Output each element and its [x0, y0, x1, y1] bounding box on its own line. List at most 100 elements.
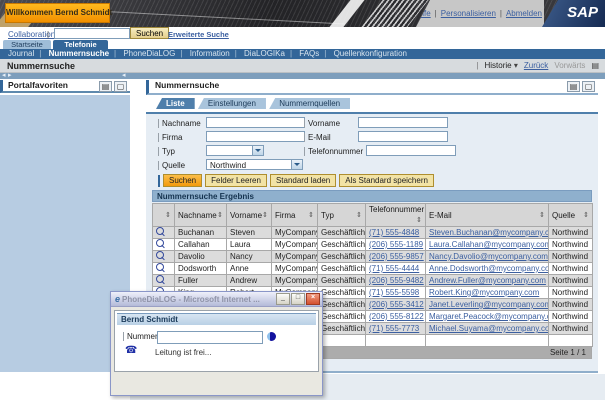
phone-link[interactable]: (71) 555-5598	[369, 288, 419, 297]
sort-icon[interactable]: ⇕	[356, 210, 362, 221]
sort-icon[interactable]: ⇕	[217, 210, 223, 221]
quelle-select[interactable]: Northwind	[206, 159, 303, 170]
col-detail[interactable]: ⇕	[153, 204, 175, 227]
email-link[interactable]: Janet.Leverling@mycompany.com	[429, 300, 549, 309]
nummer-input[interactable]	[157, 331, 263, 344]
dial-icon[interactable]	[267, 332, 276, 341]
cell-typ: Geschäftlich	[318, 263, 366, 275]
tray-icons: ▤ ▢	[567, 81, 595, 92]
cell-nachname: Davolio	[175, 251, 227, 263]
phone-link[interactable]: (206) 555-8122	[369, 312, 424, 321]
email-link[interactable]: Robert.King@mycompany.com	[429, 288, 539, 297]
tab-nummernquellen[interactable]: Nummernquellen	[269, 98, 350, 109]
email-link[interactable]: Steven.Buchanan@mycompany.com	[429, 228, 549, 237]
email-link[interactable]: Margaret.Peacock@mycompany.com	[429, 312, 549, 321]
table-header-row: ⇕ Nachname⇕ Vorname⇕ Firma⇕ Typ⇕ Telefon…	[153, 204, 593, 227]
cell-nachname: Buchanan	[175, 227, 227, 239]
page-options-icon[interactable]: ▤	[591, 61, 599, 70]
separator: |	[500, 9, 502, 18]
sort-icon[interactable]: ⇕	[583, 210, 589, 221]
maximize-button[interactable]: □	[291, 293, 305, 305]
email-link[interactable]: Nancy.Davolio@mycompany.com	[429, 252, 548, 261]
felder-leeren-button[interactable]: Felder Leeren	[205, 174, 267, 187]
phone-link[interactable]: (71) 555-4848	[369, 228, 419, 237]
close-button[interactable]: ×	[306, 293, 320, 305]
back-link[interactable]: Zurück	[524, 61, 548, 70]
suchen-button[interactable]: Suchen	[163, 174, 202, 187]
separator: |	[109, 49, 121, 58]
email-link[interactable]: Laura.Callahan@mycompany.com	[429, 240, 549, 249]
nachname-field[interactable]	[206, 117, 305, 128]
tab-liste[interactable]: Liste	[156, 98, 195, 109]
cell-firma: MyCompany	[272, 239, 318, 251]
tray-menu-icon[interactable]: ▤	[99, 81, 112, 92]
collapse-sidebar-icon[interactable]: ◂	[122, 71, 126, 80]
expand-right-icon[interactable]: ▸	[8, 71, 12, 80]
tab-einstellungen[interactable]: Einstellungen	[198, 98, 266, 109]
page-title: Nummernsuche	[7, 61, 75, 71]
nav-item-dialogika[interactable]: DiaLOGIKa	[244, 49, 285, 58]
detail-magnifier-icon[interactable]	[156, 251, 164, 259]
phone-link[interactable]: (206) 555-1189	[369, 240, 423, 249]
email-field[interactable]	[358, 131, 448, 142]
phone-link[interactable]: (206) 555-9857	[369, 252, 424, 261]
email-link[interactable]: Michael.Suyama@mycompany.com	[429, 324, 549, 333]
sort-icon[interactable]: ⇕	[416, 215, 422, 226]
detail-magnifier-icon[interactable]	[156, 275, 164, 283]
als-standard-speichern-button[interactable]: Als Standard speichern	[339, 174, 434, 187]
sort-icon[interactable]: ⇕	[165, 210, 171, 221]
col-firma[interactable]: Firma⇕	[272, 204, 318, 227]
collapse-left-icon[interactable]: ◂	[2, 71, 6, 80]
tab-telefonie[interactable]: Telefonie	[53, 40, 108, 49]
panel-menu-icon[interactable]: ▤	[567, 81, 580, 92]
nav-item-information[interactable]: Information	[190, 49, 230, 58]
typ-select[interactable]	[206, 145, 264, 156]
phone-link[interactable]: (71) 555-4444	[369, 264, 419, 273]
panel-title: Nummernsuche	[149, 80, 219, 90]
col-vorname[interactable]: Vorname⇕	[227, 204, 272, 227]
sort-icon[interactable]: ⇕	[262, 210, 268, 221]
standard-laden-button[interactable]: Standard laden	[270, 174, 336, 187]
form-buttons: Suchen Felder Leeren Standard laden Als …	[158, 174, 434, 187]
nav-item-phonedialog[interactable]: PhoneDiaLOG	[123, 49, 175, 58]
firma-field[interactable]	[206, 131, 305, 142]
popup-titlebar[interactable]: e PhoneDiaLOG - Microsoft Internet ... _…	[111, 292, 322, 307]
abmelden-link[interactable]: Abmelden	[506, 9, 542, 18]
cell-quelle: Northwind	[549, 239, 593, 251]
tray-expand-icon[interactable]: ▢	[114, 81, 127, 92]
historie-menu[interactable]: Historie ▾	[484, 61, 517, 70]
vorname-label: Vorname	[304, 119, 340, 128]
cell-quelle: Northwind	[549, 227, 593, 239]
phone-link[interactable]: (71) 555-7773	[369, 324, 419, 333]
detail-magnifier-icon[interactable]	[156, 239, 164, 247]
cell-nachname: Callahan	[175, 239, 227, 251]
col-typ[interactable]: Typ⇕	[318, 204, 366, 227]
vorname-field[interactable]	[358, 117, 448, 128]
search-button[interactable]: Suchen	[130, 27, 169, 39]
email-link[interactable]: Andrew.Fuller@mycompany.com	[429, 276, 546, 285]
col-telefonnummer[interactable]: Telefonnummer⇕	[366, 204, 426, 227]
col-nachname[interactable]: Nachname⇕	[175, 204, 227, 227]
telefonnummer-field[interactable]	[366, 145, 456, 156]
sort-icon[interactable]: ⇕	[308, 210, 314, 221]
sort-icon[interactable]: ⇕	[539, 210, 545, 221]
nav-item-journal[interactable]: Journal	[8, 49, 34, 58]
nav-item-quellenkonfiguration[interactable]: Quellenkonfiguration	[334, 49, 407, 58]
phone-link[interactable]: (206) 555-3412	[369, 300, 424, 309]
detail-magnifier-icon[interactable]	[156, 227, 164, 235]
internet-explorer-icon: e	[113, 294, 122, 304]
col-quelle[interactable]: Quelle⇕	[549, 204, 593, 227]
advanced-search-link[interactable]: Erweiterte Suche	[168, 30, 229, 39]
phone-link[interactable]: (206) 555-9482	[369, 276, 424, 285]
minimize-button[interactable]: _	[276, 293, 290, 305]
col-email[interactable]: E-Mail⇕	[426, 204, 549, 227]
table-row: Callahan Laura MyCompany Geschäftlich (2…	[153, 239, 593, 251]
tab-startseite[interactable]: Startseite	[3, 40, 51, 49]
panel-expand-icon[interactable]: ▢	[582, 81, 595, 92]
detail-magnifier-icon[interactable]	[156, 263, 164, 271]
nav-item-nummernsuche[interactable]: Nummernsuche	[49, 49, 109, 58]
email-link[interactable]: Anne.Dodsworth@mycompany.com	[429, 264, 549, 273]
nav-item-faqs[interactable]: FAQs	[299, 49, 319, 58]
personalisieren-link[interactable]: Personalisieren	[441, 9, 496, 18]
search-input[interactable]	[54, 28, 130, 39]
